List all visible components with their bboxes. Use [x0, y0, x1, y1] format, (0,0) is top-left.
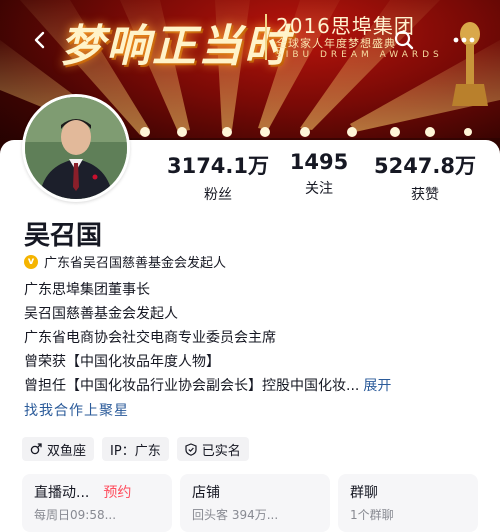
- live-schedule-card[interactable]: 直播动... 预约 每周日09:58...: [22, 474, 172, 532]
- bio-line: 吴召国慈善基金会发起人: [24, 306, 178, 322]
- tag-real-name: 已实名: [176, 437, 249, 461]
- following-count: 1495: [289, 150, 349, 174]
- tag-ip-location: IP：广东: [102, 437, 169, 461]
- male-icon: [30, 443, 42, 455]
- group-chat-card[interactable]: 群聊 1个群聊: [338, 474, 478, 532]
- followers-label: 粉丝: [204, 187, 232, 203]
- profile-tags: 双鱼座 IP：广东 已实名: [22, 437, 249, 461]
- shop-desc: 回头客 394万...: [192, 508, 279, 522]
- more-dots-icon: [453, 37, 475, 43]
- tag-ip-text: IP：广东: [110, 443, 161, 459]
- profile-shortcuts: 直播动... 预约 每周日09:58... 店铺 回头客 394万... 群聊 …: [22, 474, 478, 532]
- likes-label: 获赞: [411, 187, 439, 203]
- followers-stat[interactable]: 3174.1万 粉丝: [160, 150, 276, 204]
- bio-expand-link[interactable]: 展开: [363, 374, 391, 398]
- profile-name: 吴召国: [24, 221, 103, 251]
- back-button[interactable]: [22, 22, 58, 58]
- bio-line-text: 曾担任【中国化妆品行业协会副会长】控股中国化妆: [24, 378, 346, 394]
- reserve-button[interactable]: 预约: [103, 482, 131, 502]
- live-schedule-title: 直播动...: [34, 485, 90, 501]
- more-button[interactable]: [446, 22, 482, 58]
- verification-line[interactable]: v 广东省吴召国慈善基金会发起人: [24, 252, 226, 271]
- shield-check-icon: [185, 442, 197, 456]
- banner-divider: [265, 14, 267, 60]
- tag-zodiac: 双鱼座: [22, 437, 95, 461]
- verification-text: 广东省吴召国慈善基金会发起人: [44, 256, 227, 271]
- chevron-left-icon: [34, 31, 45, 49]
- profile-bio: 广东思埠集团董事长 吴召国慈善基金会发起人 广东省电商协会社交电商专业委员会主席…: [24, 278, 484, 424]
- following-label: 关注: [305, 181, 333, 197]
- cooperation-link[interactable]: 找我合作上聚星: [24, 398, 484, 424]
- search-icon: [394, 30, 414, 50]
- verified-badge-icon: v: [24, 254, 38, 269]
- banner-event-subtitle: 全球家人年度梦想盛典: [276, 37, 396, 50]
- bio-ellipsis: ...: [346, 378, 360, 394]
- banner-slogan: 梦响正当时: [60, 21, 290, 72]
- bio-line: 广东省电商协会社交电商专业委员会主席: [24, 330, 276, 346]
- profile-stats: 3174.1万 粉丝 1495 关注 5247.8万 获赞: [0, 150, 500, 203]
- tag-real-name-text: 已实名: [201, 443, 241, 459]
- bio-line: 曾荣获【中国化妆品年度人物】: [24, 354, 220, 370]
- live-schedule-desc: 每周日09:58...: [34, 508, 117, 522]
- shop-title: 店铺: [192, 485, 220, 501]
- tag-zodiac-text: 双鱼座: [47, 443, 87, 459]
- group-chat-title: 群聊: [350, 485, 378, 501]
- bio-line: 广东思埠集团董事长: [24, 282, 150, 298]
- likes-stat[interactable]: 5247.8万 获赞: [366, 150, 484, 204]
- group-chat-desc: 1个群聊: [350, 508, 394, 522]
- likes-count: 5247.8万: [373, 154, 477, 178]
- bio-line: 曾担任【中国化妆品行业协会副会长】控股中国化妆... 展开: [24, 374, 484, 398]
- followers-count: 3174.1万: [166, 154, 270, 178]
- search-button[interactable]: [386, 22, 422, 58]
- shop-card[interactable]: 店铺 回头客 394万...: [180, 474, 330, 532]
- following-stat[interactable]: 1495 关注: [284, 150, 354, 198]
